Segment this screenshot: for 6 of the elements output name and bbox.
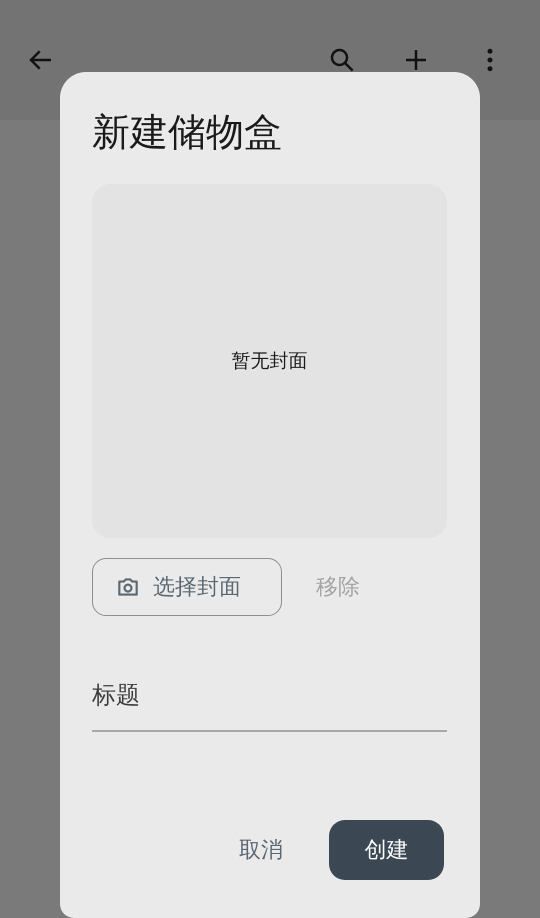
dialog-title: 新建储物盒 <box>92 109 283 156</box>
choose-cover-button[interactable]: 选择封面 <box>92 558 282 616</box>
empty-cover-text: 暂无封面 <box>232 349 308 374</box>
create-button[interactable]: 创建 <box>329 820 444 880</box>
title-field[interactable]: 标题 <box>92 660 447 732</box>
cancel-button[interactable]: 取消 <box>217 820 305 880</box>
